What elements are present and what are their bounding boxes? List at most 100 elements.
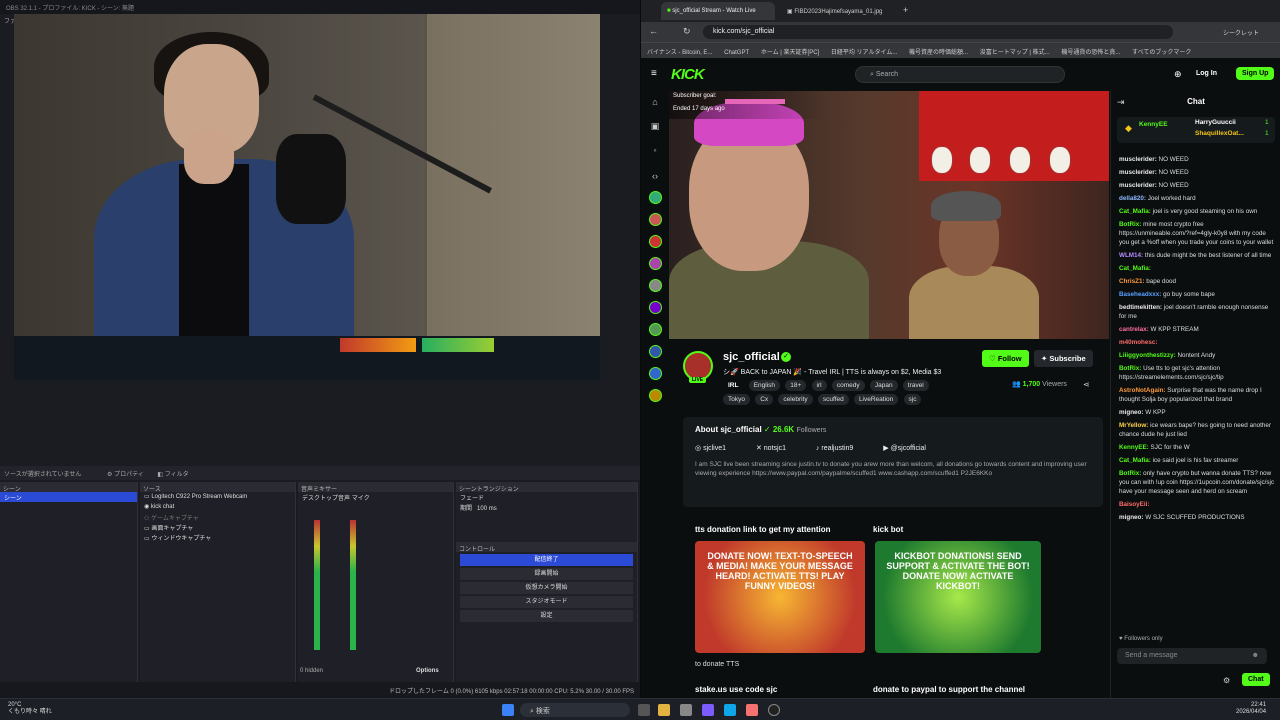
bookmark-item[interactable]: 機号通貨の恐怖と貪... xyxy=(1061,50,1120,56)
new-tab-icon[interactable]: + xyxy=(903,5,908,15)
reload-icon[interactable]: ↻ xyxy=(683,26,691,37)
transition-select[interactable]: フェード xyxy=(456,492,637,502)
chat-username[interactable]: migneo: xyxy=(1119,514,1144,521)
chat-username[interactable]: Cat_Mafia: xyxy=(1119,208,1151,215)
tab-image[interactable]: ▣ FIBD2023Hajimefsayama_01.jpg xyxy=(781,2,891,20)
chat-username[interactable]: della820: xyxy=(1119,195,1146,202)
source-item[interactable]: ▭ Logitech C922 Pro Stream Webcam xyxy=(140,492,295,502)
chat-username[interactable]: musclerider: xyxy=(1119,156,1157,163)
studio-mode-button[interactable]: スタジオモード xyxy=(460,596,633,608)
tag[interactable]: LiveReation xyxy=(853,394,899,405)
chat-username[interactable]: Baseheadxxx: xyxy=(1119,291,1161,298)
channel-avatar[interactable] xyxy=(649,367,662,380)
instagram-link[interactable]: ◎ sjclive1 xyxy=(695,445,740,452)
tag[interactable]: scuffed xyxy=(817,394,849,405)
leader-name[interactable]: ShaquillexOat... xyxy=(1195,130,1244,137)
source-item[interactable]: ▭ ウィンドウキャプチャ xyxy=(140,532,295,542)
x-link[interactable]: ✕ notsjc1 xyxy=(756,445,800,452)
source-item[interactable]: ⚇ ゲームキャプチャ xyxy=(140,512,295,522)
file-explorer-icon[interactable] xyxy=(658,704,670,716)
chat-username[interactable]: WLM14: xyxy=(1119,252,1143,259)
bookmark-item[interactable]: 浚富ヒートマップ | 株式... xyxy=(980,50,1050,56)
emoji-icon[interactable]: ☻ xyxy=(1252,652,1259,659)
task-view-icon[interactable] xyxy=(638,704,650,716)
source-item[interactable]: ◉ kick chat xyxy=(140,502,295,512)
chat-send-button[interactable]: Chat xyxy=(1242,673,1270,686)
chat-username[interactable]: musclerider: xyxy=(1119,169,1157,176)
chat-username[interactable]: MrYellow: xyxy=(1119,422,1148,429)
chat-username[interactable]: Cat_Mafia: xyxy=(1119,265,1151,272)
chat-username[interactable]: KennyEE: xyxy=(1119,444,1149,451)
channel-avatar[interactable] xyxy=(649,323,662,336)
store-icon[interactable] xyxy=(680,704,692,716)
leader-name[interactable]: KennyEE xyxy=(1139,121,1168,128)
taskbar-search[interactable]: ⌕ 検索 xyxy=(520,703,630,717)
properties-button[interactable]: ⚙ プロパティ xyxy=(107,472,144,478)
channel-avatar[interactable] xyxy=(649,301,662,314)
scene-item[interactable]: シーン xyxy=(0,492,137,502)
all-bookmarks[interactable]: すべてのブックマーク xyxy=(1132,50,1191,56)
chat-username[interactable]: Cat_Mafia: xyxy=(1119,457,1151,464)
follow-button[interactable]: ♡ Follow xyxy=(982,350,1029,367)
start-icon[interactable] xyxy=(502,704,514,716)
tag[interactable]: irl xyxy=(811,380,827,391)
chat-username[interactable]: bedtimekitten: xyxy=(1119,304,1162,311)
system-clock[interactable]: 22:41 2026/04/04 xyxy=(1236,702,1266,716)
share-icon[interactable]: ⋖ xyxy=(1083,380,1090,389)
chat-username[interactable]: ChrisZ1: xyxy=(1119,278,1145,285)
channel-avatar[interactable] xyxy=(649,235,662,248)
chat-username[interactable]: cantrelax: xyxy=(1119,326,1149,333)
globe-icon[interactable]: ⊕ xyxy=(1174,69,1182,80)
chat-username[interactable]: BotRix: xyxy=(1119,470,1141,477)
following-icon[interactable]: ◦ xyxy=(649,145,661,157)
tag[interactable]: Japan xyxy=(869,380,898,391)
filters-button[interactable]: ◧ フィルタ xyxy=(157,472,188,478)
tag[interactable]: sjc xyxy=(903,394,922,405)
chat-username[interactable]: Liiiggyonthestizzy: xyxy=(1119,352,1176,359)
bookmark-item[interactable]: ホーム | 楽天証券[PC] xyxy=(761,50,819,56)
chat-username[interactable]: BotRix: xyxy=(1119,365,1141,372)
bookmark-item[interactable]: 日経平均 リアルタイム... xyxy=(831,50,898,56)
tab-kick-stream[interactable]: ■ sjc_official Stream - Watch Live xyxy=(661,2,775,20)
youtube-link[interactable]: ▶ @sjcofficial xyxy=(883,445,940,452)
url-input[interactable]: kick.com/sjc_official xyxy=(703,25,1173,39)
tag[interactable]: comedy xyxy=(831,380,865,391)
copilot-icon[interactable] xyxy=(702,704,714,716)
bookmark-item[interactable]: バイナンス - Bitcoin, E... xyxy=(647,50,712,56)
expand-icon[interactable]: ‹› xyxy=(649,171,661,183)
channel-avatar[interactable] xyxy=(649,213,662,226)
bookmark-item[interactable]: 機号資産の時価総額... xyxy=(909,50,968,56)
tiktok-link[interactable]: ♪ realjustin9 xyxy=(816,445,867,452)
channel-avatar[interactable] xyxy=(649,191,662,204)
source-item[interactable]: ▭ 画面キャプチャ xyxy=(140,522,295,532)
tag[interactable]: Tokyo xyxy=(723,394,750,405)
start-recording-button[interactable]: 録画開始 xyxy=(460,568,633,580)
chrome-icon[interactable] xyxy=(746,704,758,716)
duration-row[interactable]: 期間 100 ms xyxy=(456,502,637,512)
chat-message-input[interactable]: Send a message ☻ xyxy=(1117,648,1267,664)
login-button[interactable]: Log In xyxy=(1196,70,1217,77)
tag[interactable]: Cx xyxy=(755,394,774,405)
kickbot-banner[interactable]: KICKBOT DONATIONS! SEND SUPPORT & ACTIVA… xyxy=(875,541,1041,653)
bookmark-item[interactable]: ChatGPT xyxy=(724,50,749,56)
leader-name[interactable]: HarryGuuccii xyxy=(1195,119,1236,126)
signup-button[interactable]: Sign Up xyxy=(1236,67,1275,80)
chat-username[interactable]: m40mohesc: xyxy=(1119,339,1158,346)
tag[interactable]: celebrity xyxy=(778,394,813,405)
channel-avatar[interactable] xyxy=(649,389,662,402)
stop-streaming-button[interactable]: 配信終了 xyxy=(460,554,633,566)
chat-settings-icon[interactable]: ⚙ xyxy=(1223,676,1230,685)
stream-video-player[interactable]: Subscriber goal: Ended 17 days ago xyxy=(669,91,1109,339)
chat-username[interactable]: migneo: xyxy=(1119,409,1144,416)
tag[interactable]: English xyxy=(748,380,781,391)
tag[interactable]: 18+ xyxy=(785,380,807,391)
obs-icon[interactable] xyxy=(768,704,780,716)
chat-username[interactable]: BotRix: xyxy=(1119,221,1141,228)
channel-name[interactable]: sjc_official xyxy=(723,351,780,363)
chat-username[interactable]: musclerider: xyxy=(1119,182,1157,189)
menu-icon[interactable]: ≡ xyxy=(651,68,657,79)
back-icon[interactable]: ← xyxy=(649,26,658,36)
options-button[interactable]: Options xyxy=(416,668,439,674)
donate-tts-banner[interactable]: DONATE NOW! TEXT-TO-SPEECH & MEDIA! MAKE… xyxy=(695,541,865,653)
channel-avatar[interactable] xyxy=(649,257,662,270)
